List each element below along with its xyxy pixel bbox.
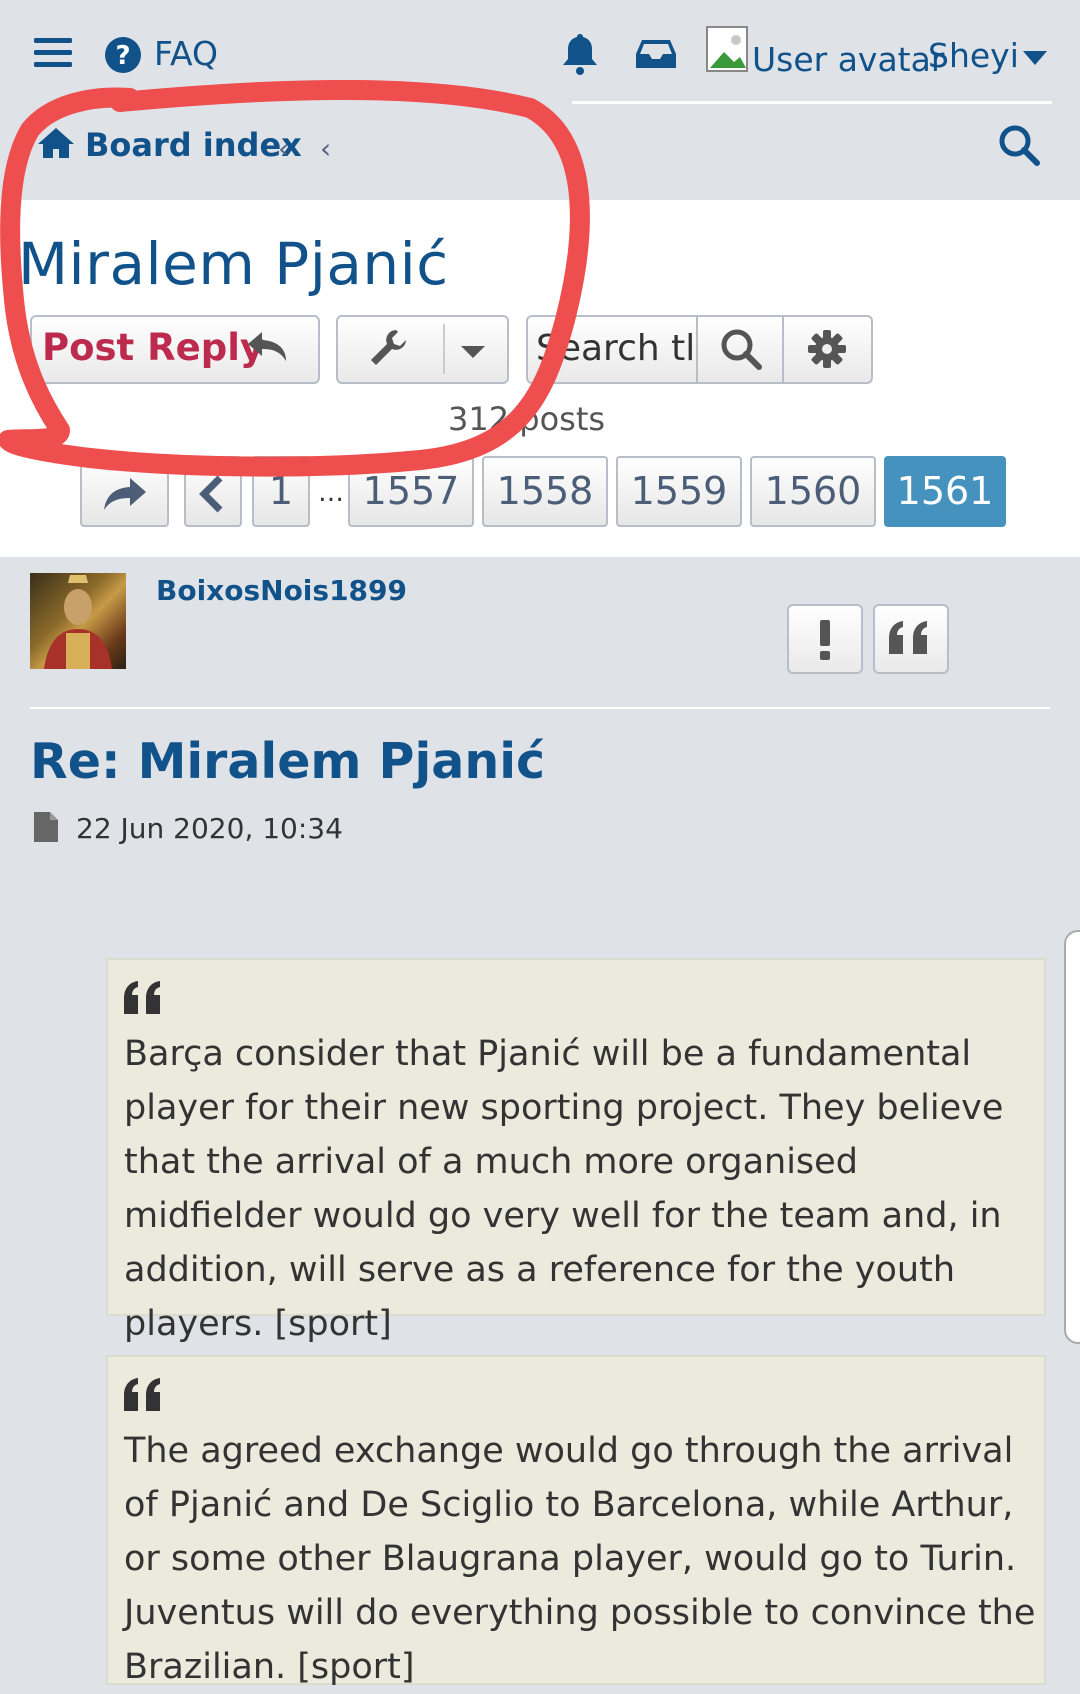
chevron-left-icon [199,475,223,513]
page-current-1561[interactable]: 1561 [884,456,1006,527]
page-link-1559[interactable]: 1559 [616,456,742,527]
poster-username[interactable]: BoixosNois1899 [156,574,407,607]
bell-icon[interactable] [560,32,600,76]
navbar-divider [572,101,1052,104]
quote-icon [889,621,927,654]
caret-down-icon[interactable] [1022,50,1048,66]
faq-link[interactable]: FAQ [154,34,218,73]
file-icon[interactable] [32,810,60,844]
post-date: 22 Jun 2020, 10:34 [76,812,343,845]
search-icon[interactable] [998,124,1040,166]
hamburger-menu-icon[interactable] [34,36,74,70]
report-post-button[interactable] [787,604,863,674]
search-divider [782,316,784,383]
quote-text: The agreed exchange would go through the… [124,1431,1036,1687]
exclamation-icon [820,620,830,660]
share-arrow-icon [103,478,146,510]
post-header-divider [30,707,1050,709]
quote-text: Barça consider that Pjanić will be a fun… [124,1034,1004,1344]
poster-avatar[interactable] [30,573,126,669]
quote-post-button[interactable] [873,604,949,674]
question-circle-icon[interactable]: ? [104,36,142,74]
user-avatar-alt-text: User avatar [752,40,945,79]
post-title[interactable]: Re: Miralem Pjanić [30,733,545,790]
page-link-1560[interactable]: 1560 [750,456,876,527]
pagination-ellipsis: … [318,478,344,508]
user-avatar-broken-image[interactable] [706,26,754,78]
search-button-icon[interactable] [720,328,762,370]
red-circle-annotation [0,80,590,477]
quote-icon [122,980,164,1016]
search-divider [696,316,698,383]
username-link[interactable]: Sheyi [928,36,1019,75]
side-scroll-tab[interactable] [1064,930,1080,1344]
svg-text:?: ? [115,41,130,71]
quote-icon [122,1377,164,1413]
inbox-icon[interactable] [636,38,676,70]
gear-icon[interactable] [806,328,848,370]
